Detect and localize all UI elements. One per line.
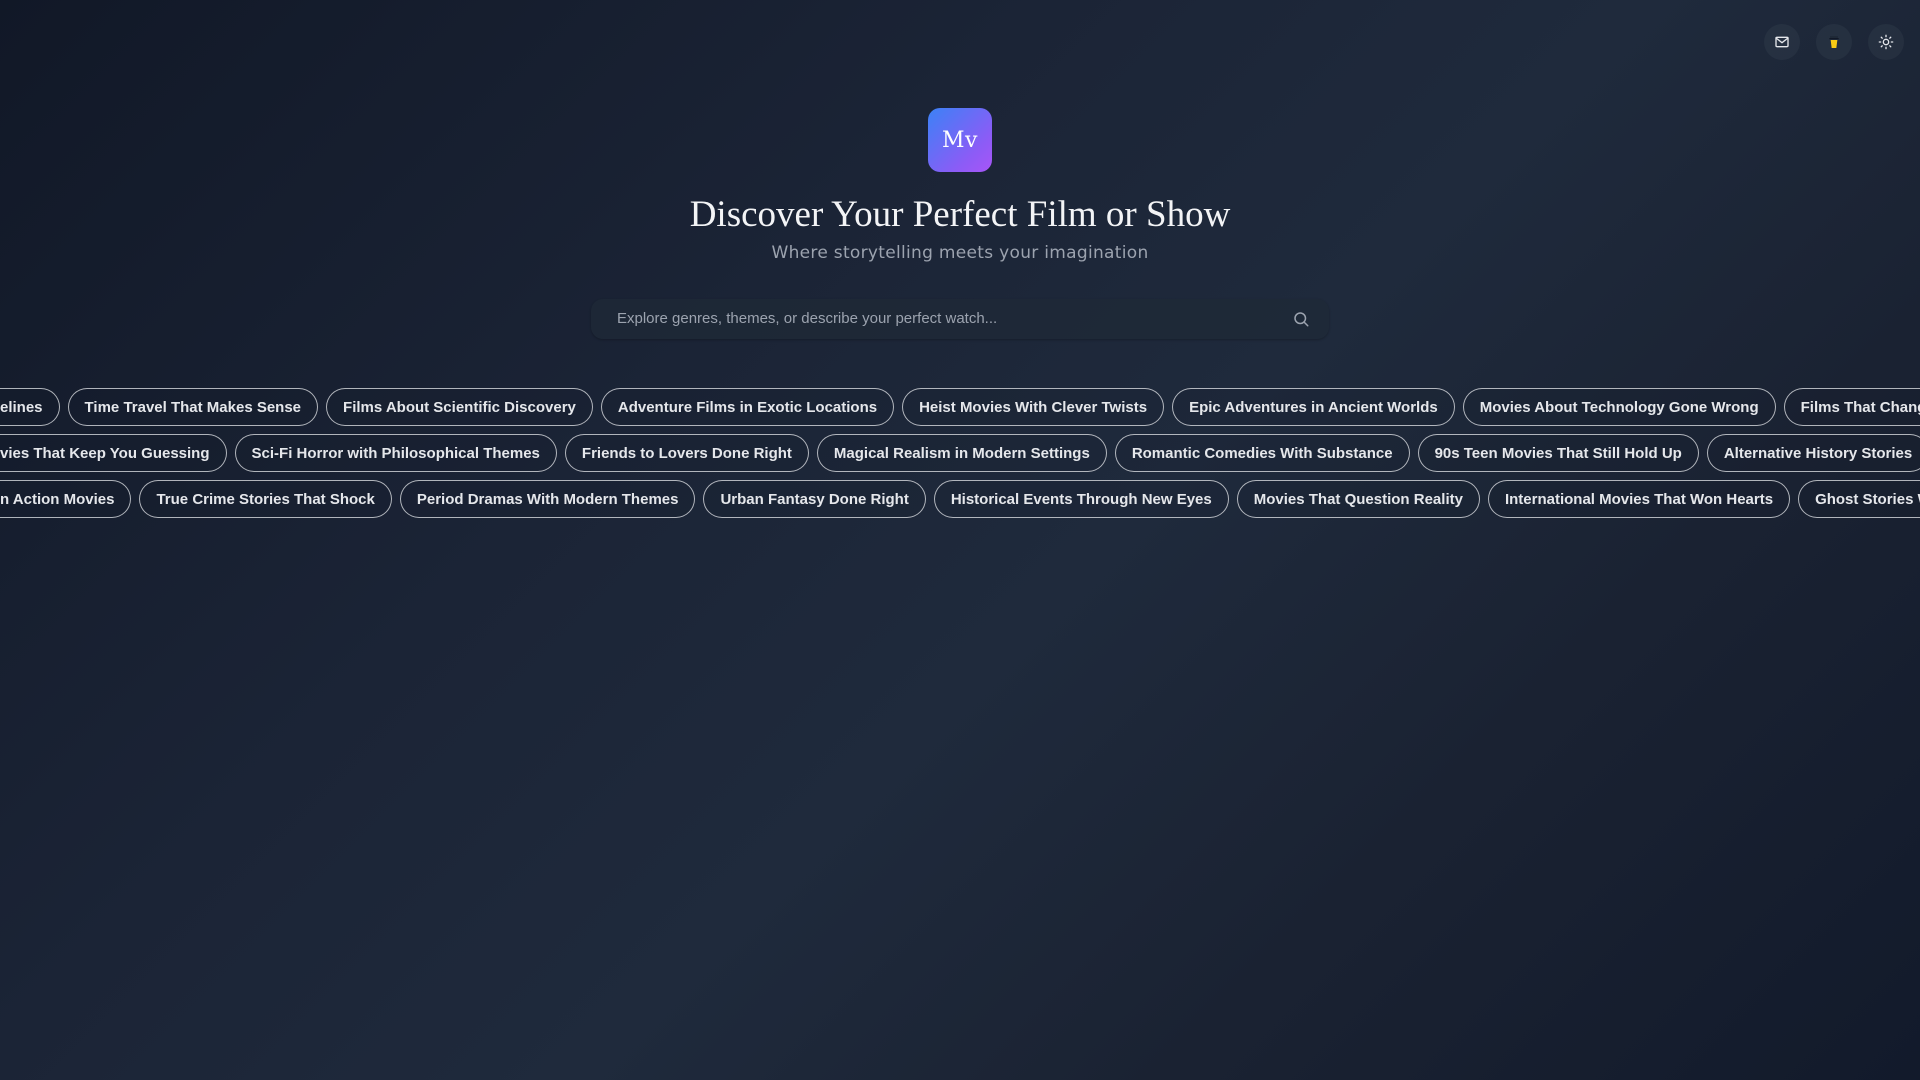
suggestion-pill[interactable]: Movies About Technology Gone Wrong — [1462, 388, 1776, 426]
theme-toggle-button[interactable] — [1868, 24, 1904, 60]
suggestion-row-2: vies That Keep You Guessing Sci-Fi Horro… — [0, 434, 1920, 472]
page-subtitle: Where storytelling meets your imaginatio… — [771, 242, 1149, 263]
suggestion-pills: elines Time Travel That Makes Sense Film… — [0, 388, 1920, 526]
page-title: Discover Your Perfect Film or Show — [689, 194, 1231, 235]
suggestion-pill[interactable]: Alternative History Stories — [1706, 434, 1920, 472]
suggestion-pill[interactable]: n Action Movies — [0, 480, 132, 518]
search-icon — [1294, 311, 1309, 327]
suggestion-pill[interactable]: Sci-Fi Horror with Philosophical Themes — [234, 434, 557, 472]
suggestion-pill[interactable]: Time Travel That Makes Sense — [67, 388, 319, 426]
sun-icon — [1878, 34, 1894, 50]
search-bar — [591, 298, 1329, 339]
coffee-cup-icon — [1829, 36, 1839, 48]
suggestion-pill[interactable]: vies That Keep You Guessing — [0, 434, 227, 472]
suggestion-pill[interactable]: True Crime Stories That Shock — [139, 480, 392, 518]
search-button[interactable] — [1289, 307, 1313, 331]
suggestion-pill[interactable]: Epic Adventures in Ancient Worlds — [1172, 388, 1455, 426]
suggestion-pill[interactable]: Magical Realism in Modern Settings — [816, 434, 1107, 472]
hero-section: Mv Discover Your Perfect Film or Show Wh… — [0, 108, 1920, 339]
suggestion-pill[interactable]: International Movies That Won Hearts — [1487, 480, 1791, 518]
suggestion-pill[interactable]: elines — [0, 388, 60, 426]
suggestion-pill[interactable]: Period Dramas With Modern Themes — [399, 480, 696, 518]
suggestion-pill[interactable]: Adventure Films in Exotic Locations — [600, 388, 895, 426]
contact-button[interactable] — [1764, 24, 1800, 60]
suggestion-pill[interactable]: 90s Teen Movies That Still Hold Up — [1417, 434, 1699, 472]
suggestion-row-1: elines Time Travel That Makes Sense Film… — [0, 388, 1920, 426]
buy-coffee-button[interactable] — [1816, 24, 1852, 60]
app-logo: Mv — [928, 108, 992, 172]
logo-text: Mv — [942, 127, 978, 153]
header-actions — [1764, 24, 1904, 60]
suggestion-pill[interactable]: Heist Movies With Clever Twists — [902, 388, 1165, 426]
search-input[interactable] — [615, 309, 1289, 329]
suggestion-pill[interactable]: Urban Fantasy Done Right — [703, 480, 926, 518]
suggestion-pill[interactable]: Friends to Lovers Done Right — [564, 434, 809, 472]
suggestion-pill[interactable]: Ghost Stories With Emotiona — [1798, 480, 1920, 518]
suggestion-pill[interactable]: Historical Events Through New Eyes — [933, 480, 1229, 518]
suggestion-pill[interactable]: Movies That Question Reality — [1236, 480, 1480, 518]
suggestion-pill[interactable]: Romantic Comedies With Substance — [1114, 434, 1410, 472]
suggestion-pill[interactable]: Films That Changed Public Op — [1783, 388, 1920, 426]
suggestion-pill[interactable]: Films About Scientific Discovery — [326, 388, 593, 426]
mail-icon — [1775, 36, 1789, 48]
suggestion-row-3: n Action Movies True Crime Stories That … — [0, 480, 1920, 518]
